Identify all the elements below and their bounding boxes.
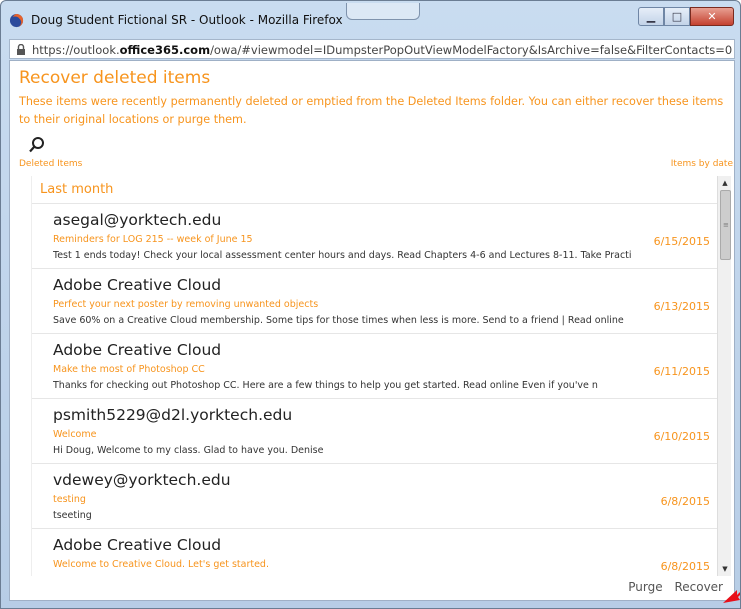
- item-date: 6/15/2015: [653, 235, 710, 248]
- close-button[interactable]: ✕: [690, 7, 734, 26]
- purge-button[interactable]: Purge: [628, 580, 662, 594]
- minimize-button[interactable]: ▁: [638, 7, 664, 26]
- close-icon: ✕: [707, 10, 717, 23]
- item-date: 6/13/2015: [653, 300, 710, 313]
- item-subject: Perfect your next poster by removing unw…: [53, 299, 319, 310]
- page-description: These items were recently permanently de…: [19, 95, 724, 126]
- item-subject: testing: [53, 494, 86, 505]
- list-item[interactable]: Adobe Creative Cloud Welcome to Creative…: [32, 529, 718, 576]
- maximize-button[interactable]: □: [664, 7, 690, 26]
- lock-icon: [17, 44, 25, 55]
- item-sender: Adobe Creative Cloud: [53, 341, 222, 359]
- scroll-down-arrow-icon[interactable]: ▼: [718, 562, 732, 576]
- list-item[interactable]: psmith5229@d2l.yorktech.edu Welcome Hi D…: [32, 399, 718, 464]
- scroll-up-arrow-icon[interactable]: ▲: [718, 176, 732, 190]
- pointer-arrow-icon: [723, 590, 740, 603]
- deleted-items-list: Last month asegal@yorktech.edu Reminders…: [31, 176, 718, 576]
- scrollbar-thumb[interactable]: ≡: [720, 190, 731, 260]
- group-header: Last month: [32, 176, 718, 204]
- minimize-icon: ▁: [646, 10, 656, 23]
- list-item[interactable]: asegal@yorktech.edu Reminders for LOG 21…: [32, 204, 718, 269]
- item-subject: Reminders for LOG 215 -- week of June 15: [53, 234, 253, 245]
- firefox-icon: [9, 13, 24, 28]
- item-sender: psmith5229@d2l.yorktech.edu: [53, 406, 293, 424]
- item-sender: Adobe Creative Cloud: [53, 536, 222, 554]
- sort-by-date-link[interactable]: Items by date: [671, 159, 733, 169]
- item-preview: Thanks for checking out Photoshop CC. He…: [53, 380, 598, 391]
- list-item[interactable]: Adobe Creative Cloud Perfect your next p…: [32, 269, 718, 334]
- item-preview: Save 60% on a Creative Cloud membership.…: [53, 315, 624, 326]
- item-preview: Test 1 ends today! Check your local asse…: [53, 250, 632, 261]
- url-domain: office365.com: [119, 43, 211, 57]
- folder-label: Deleted Items: [19, 159, 83, 169]
- search-icon[interactable]: [28, 136, 46, 154]
- action-bar: Purge Recover: [620, 580, 723, 594]
- item-subject: Welcome: [53, 429, 97, 440]
- grip-icon: ≡: [723, 221, 729, 229]
- list-item[interactable]: Adobe Creative Cloud Make the most of Ph…: [32, 334, 718, 399]
- page-title: Recover deleted items: [19, 68, 211, 88]
- window-tab-outline: [346, 3, 420, 20]
- item-preview: Hi Doug, Welcome to my class. Glad to ha…: [53, 445, 324, 456]
- list-item[interactable]: vdewey@yorktech.edu testing tseeting 6/8…: [32, 464, 718, 529]
- item-subject: Welcome to Creative Cloud. Let's get sta…: [53, 559, 269, 570]
- item-preview: tseeting: [53, 510, 92, 521]
- title-bar[interactable]: Doug Student Fictional SR - Outlook - Mo…: [1, 1, 741, 37]
- item-sender: vdewey@yorktech.edu: [53, 471, 231, 489]
- item-subject: Make the most of Photoshop CC: [53, 364, 205, 375]
- item-sender: Adobe Creative Cloud: [53, 276, 222, 294]
- item-date: 6/11/2015: [653, 365, 710, 378]
- list-scrollbar[interactable]: ▲ ≡ ▼: [717, 176, 731, 576]
- item-date: 6/8/2015: [660, 560, 710, 573]
- window-controls: ▁ □ ✕: [638, 7, 734, 27]
- item-date: 6/8/2015: [660, 495, 710, 508]
- recover-button[interactable]: Recover: [674, 580, 723, 594]
- item-sender: asegal@yorktech.edu: [53, 211, 222, 229]
- window-title: Doug Student Fictional SR - Outlook - Mo…: [31, 13, 343, 27]
- item-date: 6/10/2015: [653, 430, 710, 443]
- maximize-icon: □: [671, 10, 683, 23]
- url-suffix: /owa/#viewmodel=IDumpsterPopOutViewModel…: [210, 43, 732, 57]
- url-text: https://outlook.office365.com/owa/#viewm…: [32, 43, 732, 57]
- address-bar[interactable]: https://outlook.office365.com/owa/#viewm…: [9, 39, 735, 59]
- url-prefix: https://outlook.: [32, 43, 120, 57]
